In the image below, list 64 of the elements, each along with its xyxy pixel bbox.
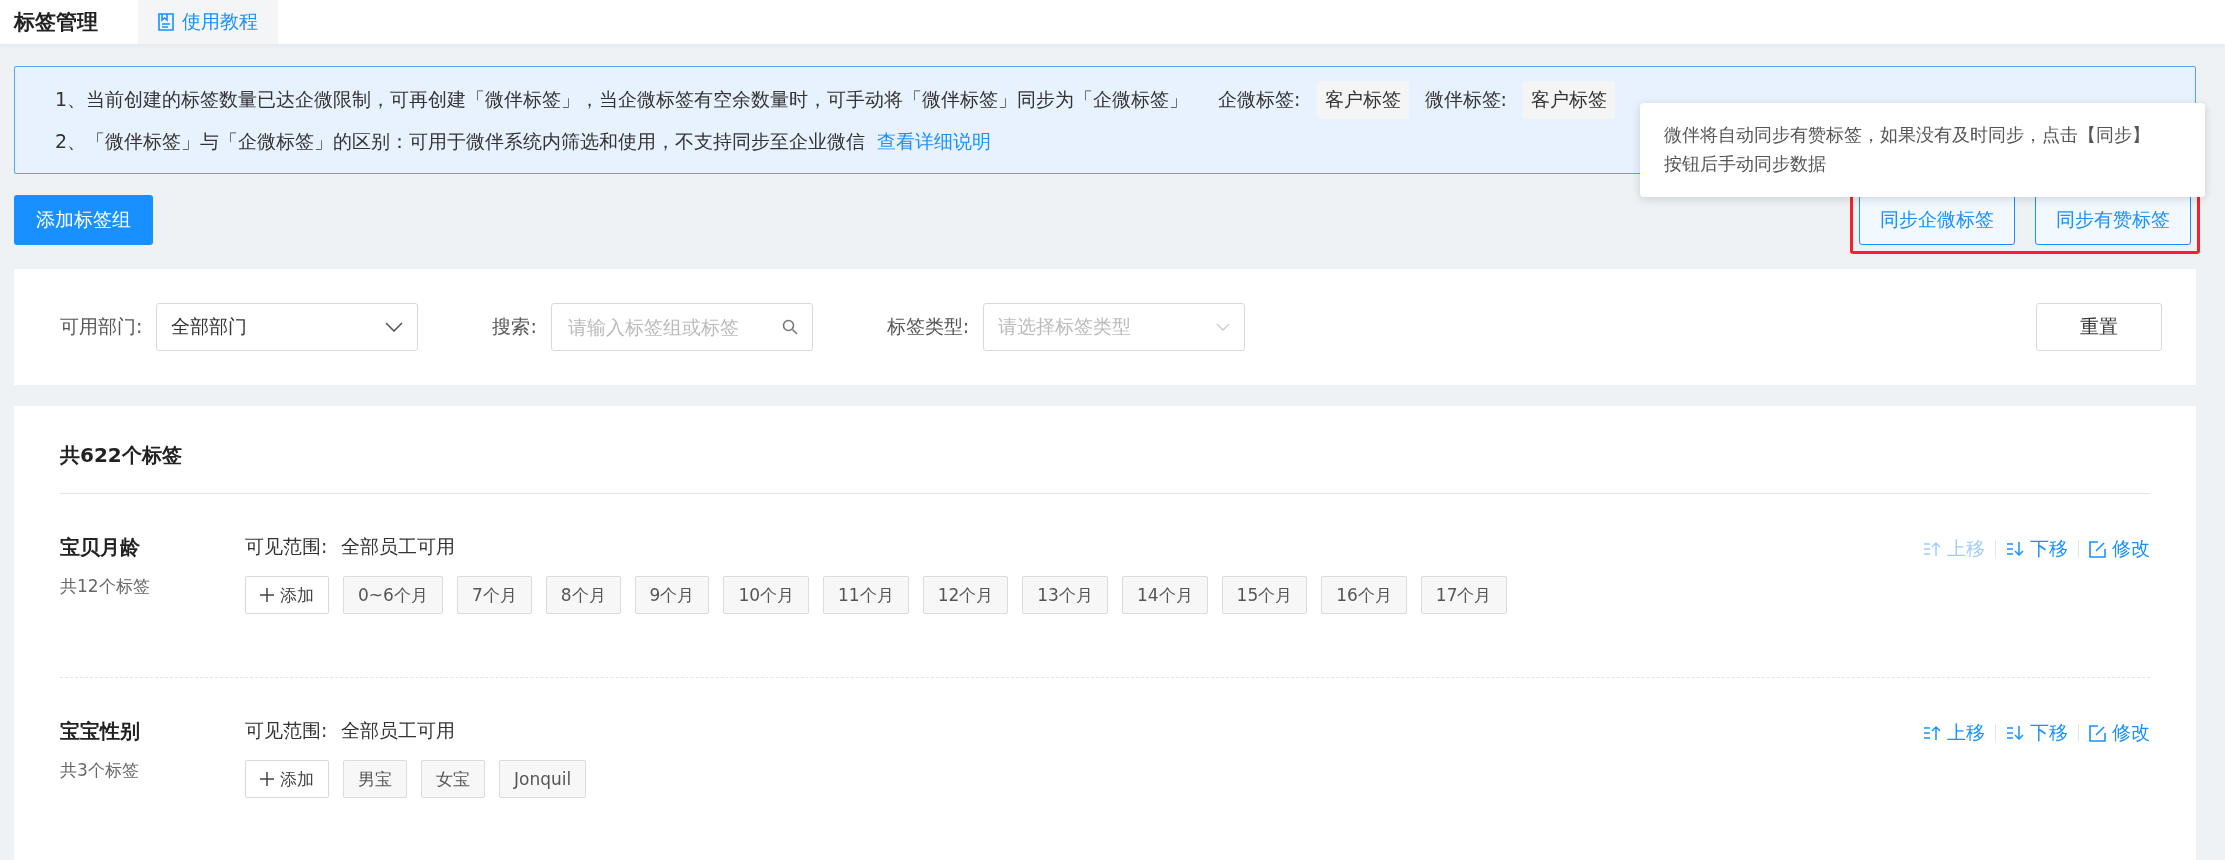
move-down-button[interactable]: 下移 bbox=[2006, 536, 2068, 562]
move-down-button[interactable]: 下移 bbox=[2006, 720, 2068, 746]
reset-button[interactable]: 重置 bbox=[2036, 303, 2162, 351]
tag-chip: 13个月 bbox=[1022, 576, 1108, 614]
group-count: 共12个标签 bbox=[60, 575, 151, 598]
filter-label: 标签类型: bbox=[886, 314, 970, 339]
legend-label: 企微标签: bbox=[1218, 87, 1301, 112]
tag-chip: Jonquil bbox=[499, 760, 587, 798]
group-name: 宝宝性别 bbox=[60, 718, 141, 745]
tag-chip: 女宝 bbox=[421, 760, 485, 798]
filter-label: 搜索: bbox=[492, 314, 537, 339]
department-select[interactable]: 全部部门 bbox=[156, 303, 419, 351]
add-tag-button[interactable]: 添加 bbox=[245, 576, 329, 614]
move-up-button[interactable]: 上移 bbox=[1923, 720, 1985, 746]
scope-label: 可见范围: bbox=[245, 718, 328, 743]
notice-text: 1、当前创建的标签数量已达企微限制，可再创建「微伴标签」，当企微标签有空余数量时，可手动将「微伴标签」同步为「企微标签」 bbox=[55, 87, 1189, 112]
tag-chip: 10个月 bbox=[723, 576, 809, 614]
legend-label: 微伴标签: bbox=[1424, 87, 1507, 112]
plus-icon bbox=[260, 772, 274, 786]
tag-chip: 17个月 bbox=[1420, 576, 1507, 614]
search-box[interactable]: 请输入标签组或标签 bbox=[550, 303, 813, 351]
tag-type-select[interactable]: 请选择标签类型 bbox=[983, 303, 1246, 351]
filter-label: 可用部门: bbox=[60, 314, 143, 339]
chevron-down-icon bbox=[1216, 323, 1231, 331]
tag-chip: 男宝 bbox=[343, 760, 407, 798]
tag-chip: 8个月 bbox=[545, 576, 621, 614]
move-up-icon bbox=[1923, 725, 1941, 741]
edit-icon bbox=[2089, 540, 2106, 558]
scope-label: 可见范围: bbox=[245, 534, 328, 559]
edit-button[interactable]: 修改 bbox=[2089, 536, 2150, 562]
scope-value: 全部员工可用 bbox=[341, 718, 456, 743]
tooltip-text: 微伴将自动同步有赞标签，如果没有及时同步，点击【同步】 bbox=[1664, 123, 2151, 147]
tag-chip: 15个月 bbox=[1221, 576, 1308, 614]
search-icon bbox=[781, 319, 798, 335]
sync-button[interactable]: 同步企微标签 bbox=[1859, 194, 2015, 245]
add-tag-button[interactable]: 添加 bbox=[245, 760, 329, 798]
tutorial-tab[interactable]: 使用教程 bbox=[138, 0, 278, 44]
total-count: 共622个标签 bbox=[60, 406, 2150, 494]
tag-sample: 客户标签 bbox=[1316, 81, 1409, 119]
move-down-icon bbox=[2006, 541, 2024, 557]
group-count: 共3个标签 bbox=[60, 759, 140, 782]
edit-button[interactable]: 修改 bbox=[2089, 720, 2150, 746]
tag-sample: 客户标签 bbox=[1522, 81, 1615, 119]
chevron-down-icon bbox=[385, 322, 404, 332]
details-link[interactable]: 查看详细说明 bbox=[877, 129, 992, 155]
page-title: 标签管理 bbox=[14, 9, 98, 36]
sync-button[interactable]: 同步有赞标签 bbox=[2035, 194, 2191, 245]
move-up-icon bbox=[1923, 541, 1941, 557]
tag-chip: 7个月 bbox=[456, 576, 532, 614]
tag-chip: 11个月 bbox=[823, 576, 909, 614]
plus-icon bbox=[260, 588, 274, 602]
scope-value: 全部员工可用 bbox=[341, 534, 456, 559]
tag-chip: 16个月 bbox=[1321, 576, 1407, 614]
group-name: 宝贝月龄 bbox=[60, 534, 141, 561]
tag-chip: 12个月 bbox=[922, 576, 1009, 614]
document-icon bbox=[158, 13, 174, 31]
tooltip-text: 按钮后手动同步数据 bbox=[1664, 151, 1827, 176]
move-down-icon bbox=[2006, 725, 2024, 741]
tag-chip: 0~6个月 bbox=[343, 576, 443, 614]
tag-chip: 9个月 bbox=[634, 576, 710, 614]
edit-icon bbox=[2089, 724, 2106, 742]
add-tag-group-button[interactable]: 添加标签组 bbox=[14, 194, 153, 245]
notice-text: 2、「微伴标签」与「企微标签」的区别：可用于微伴系统内筛选和使用，不支持同步至企业微信 bbox=[55, 129, 866, 154]
tag-chip: 14个月 bbox=[1121, 576, 1208, 614]
